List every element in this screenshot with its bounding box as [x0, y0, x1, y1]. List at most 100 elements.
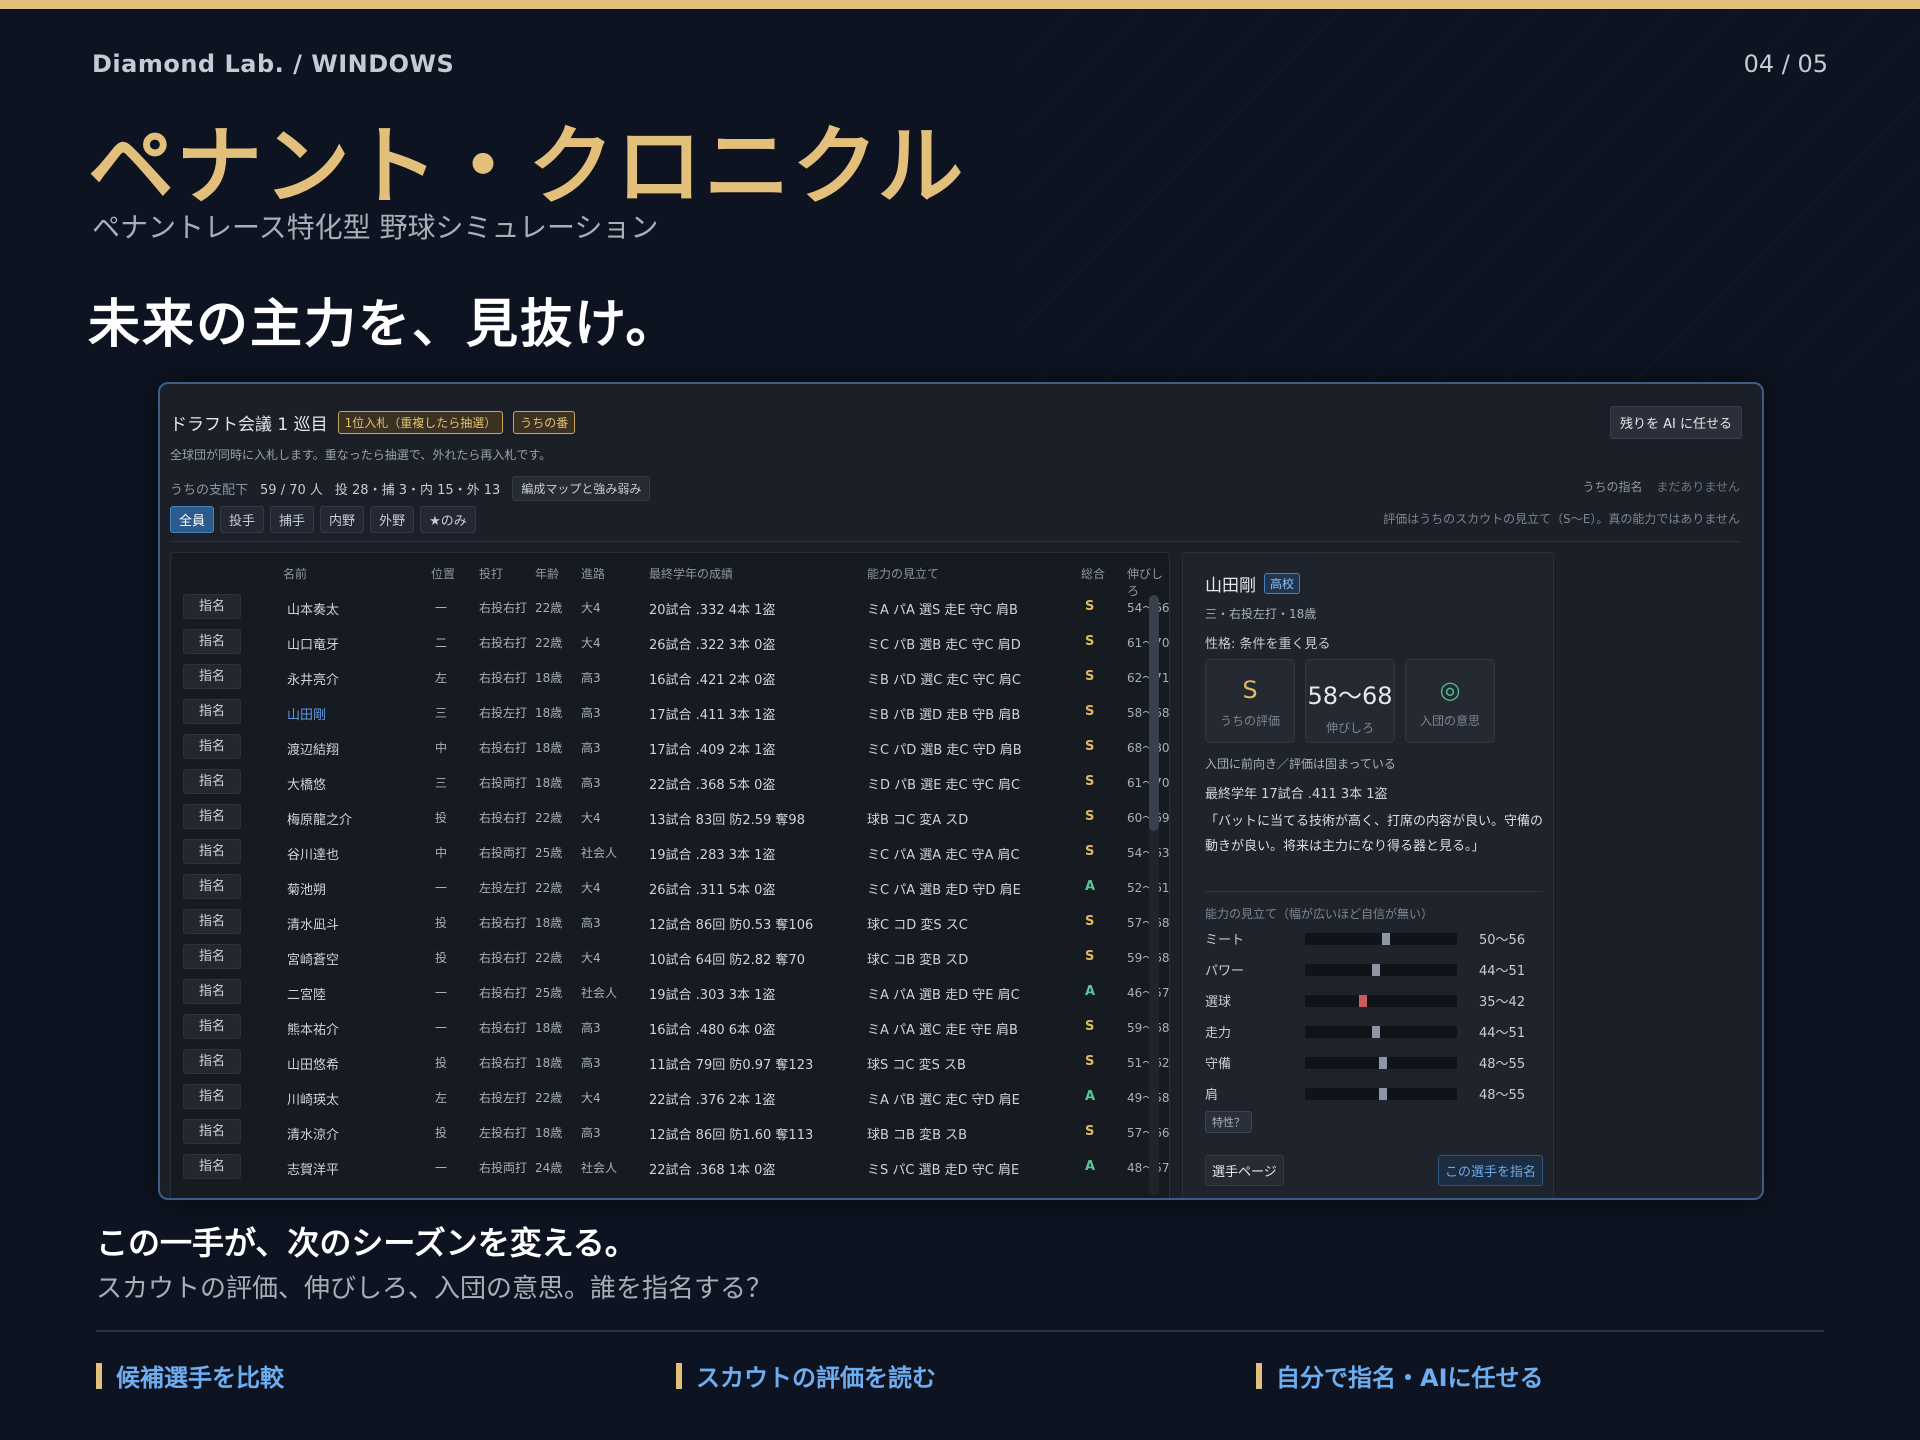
player-name[interactable]: 谷川達也	[287, 844, 339, 863]
ability-label: パワー	[1205, 964, 1245, 979]
table-header: 名前 位置 投打 年齢 進路 最終学年の成績 能力の見立て 総合 伸びしろ 意思	[171, 553, 1169, 598]
scrollbar-thumb[interactable]	[1149, 595, 1159, 831]
feature-marker	[1256, 1362, 1262, 1389]
player-name[interactable]: 二宮陸	[287, 984, 326, 1003]
roster-breakdown: 投 28・捕 3・内 15・外 13	[334, 483, 501, 498]
filter-infield[interactable]: 内野	[320, 506, 365, 533]
table-row[interactable]: 指名 熊本祐介 一 右投右打 18歳 高3 16試合 .480 6本 0盗 ミA パA 選C …	[171, 1009, 1169, 1044]
nominate-row-button[interactable]: 指名	[183, 804, 241, 829]
nominate-player-button[interactable]: この選手を指名	[1437, 1155, 1543, 1186]
nominate-row-button[interactable]: 指名	[183, 979, 241, 1004]
player-name[interactable]: 宮崎蒼空	[287, 949, 339, 968]
player-name[interactable]: 川崎瑛太	[287, 1089, 339, 1108]
filter-all[interactable]: 全員	[170, 506, 215, 533]
table-row[interactable]: 指名 志賀洋平 一 右投両打 24歳 社会人 22試合 .368 1本 0盗 ミS パC 選B…	[171, 1149, 1169, 1184]
nominate-row-button[interactable]: 指名	[183, 594, 241, 619]
table-row[interactable]: 指名 山本奏太 一 右投右打 22歳 大4 20試合 .332 4本 1盗 ミA パA 選S …	[171, 589, 1169, 624]
player-name[interactable]: 山本奏太	[287, 599, 339, 618]
player-position: 中	[435, 741, 448, 755]
ai-delegate-button[interactable]: 残りを AI に任せる	[1610, 406, 1742, 439]
table-row[interactable]: 指名 川崎瑛太 左 右投左打 22歳 大4 22試合 .376 2本 1盗 ミA パB 選C …	[171, 1079, 1169, 1114]
player-ability: ミA パA 選C 走E 守E 肩B	[867, 1023, 1018, 1038]
player-age: 22歳	[535, 951, 563, 965]
scout-comment: 「バットに当てる技術が高く、打席の内容が良い。守備の動きが良い。将来は主力になり…	[1205, 814, 1544, 854]
nominate-row-button[interactable]: 指名	[183, 769, 241, 794]
filter-outfield[interactable]: 外野	[370, 506, 415, 533]
filter-starred[interactable]: ★のみ	[420, 506, 476, 533]
player-position: 投	[435, 916, 448, 930]
scout-disclaimer: 評価はうちのスカウトの見立て（S〜E）。真の能力ではありません	[1383, 512, 1740, 526]
nominate-row-button[interactable]: 指名	[183, 1119, 241, 1144]
table-row[interactable]: 指名 永井亮介 左 右投右打 18歳 高3 16試合 .421 2本 0盗 ミB パD 選C …	[171, 659, 1169, 694]
table-row[interactable]: 指名 二宮陸 一 右投右打 25歳 社会人 19試合 .303 3本 1盗 ミA パA 選B …	[171, 974, 1169, 1009]
trait-chip[interactable]: 特性？	[1205, 1111, 1252, 1133]
nominate-row-button[interactable]: 指名	[183, 664, 241, 689]
table-row[interactable]: 指名 大橋悠 三 右投両打 18歳 高3 22試合 .368 5本 0盗 ミD パB 選E 走…	[171, 764, 1169, 799]
filter-catcher[interactable]: 捕手	[270, 506, 315, 533]
ability-label: 守備	[1205, 1057, 1232, 1072]
table-row[interactable]: 指名 清水涼介 投 左投右打 18歳 高3 12試合 86回 防1.60 奪113 球B コB…	[171, 1114, 1169, 1149]
table-row[interactable]: 指名 梅原龍之介 投 右投右打 22歳 大4 13試合 83回 防2.59 奪98 球B コC…	[171, 799, 1169, 834]
player-grade: S	[1085, 669, 1095, 684]
detail-player-name: 山田剛	[1205, 576, 1256, 596]
table-row[interactable]: 指名 谷川達也 中 右投両打 25歳 社会人 19試合 .283 3本 1盗 ミC パA 選A…	[171, 834, 1169, 869]
nominate-row-button[interactable]: 指名	[183, 1084, 241, 1109]
player-name[interactable]: 山口竜牙	[287, 634, 339, 653]
player-name[interactable]: 清水涼介	[287, 1124, 339, 1143]
player-name[interactable]: 志賀洋平	[287, 1159, 339, 1178]
nominate-row-button[interactable]: 指名	[183, 734, 241, 759]
player-route: 大4	[581, 601, 601, 615]
nominate-row-button[interactable]: 指名	[183, 909, 241, 934]
player-grade: A	[1085, 1159, 1096, 1174]
nominate-row-button[interactable]: 指名	[183, 1154, 241, 1179]
nominate-row-button[interactable]: 指名	[183, 629, 241, 654]
table-row[interactable]: 指名 宮崎蒼空 投 右投右打 22歳 大4 10試合 64回 防2.82 奪70 球C コB …	[171, 939, 1169, 974]
our-pick-label: うちの指名	[1582, 480, 1643, 494]
ability-label: 走力	[1205, 1026, 1232, 1041]
player-bat-throw: 右投左打	[479, 1091, 528, 1105]
player-age: 18歳	[535, 671, 563, 685]
detail-personality: 性格: 条件を重く見る	[1205, 637, 1331, 652]
player-stats: 19試合 .283 3本 1盗	[649, 848, 776, 863]
team-map-button[interactable]: 編成マップと強み弱み	[512, 476, 651, 501]
nominate-row-button[interactable]: 指名	[183, 1049, 241, 1074]
player-position: 投	[435, 811, 448, 825]
nominate-row-button[interactable]: 指名	[183, 944, 241, 969]
player-stats: 16試合 .480 6本 0盗	[649, 1023, 776, 1038]
player-name[interactable]: 熊本祐介	[287, 1019, 339, 1038]
player-name[interactable]: 清水凪斗	[287, 914, 339, 933]
will-label: 入団の意思	[1419, 714, 1480, 728]
player-age: 18歳	[535, 1056, 563, 1070]
player-name[interactable]: 渡辺結翔	[287, 739, 339, 758]
player-name[interactable]: 梅原龍之介	[287, 809, 352, 828]
filter-pitcher[interactable]: 投手	[220, 506, 265, 533]
player-bat-throw: 右投左打	[479, 706, 528, 720]
ability-range: 48〜55	[1479, 1057, 1526, 1072]
window-title: ドラフト会議 1 巡目	[170, 415, 328, 435]
player-name[interactable]: 永井亮介	[287, 669, 339, 688]
nominate-row-button[interactable]: 指名	[183, 1014, 241, 1039]
nominate-row-button[interactable]: 指名	[183, 699, 241, 724]
player-route: 大4	[581, 951, 601, 965]
table-row[interactable]: 指名 菊池朔 一 左投左打 22歳 大4 26試合 .311 5本 0盗 ミC パA 選B 走…	[171, 869, 1169, 904]
roster-summary: うちの支配下 59 / 70 人 投 28・捕 3・内 15・外 13 編成マッ…	[170, 476, 651, 501]
tagline: 未来の主力を、見抜け。	[88, 295, 680, 355]
table-row[interactable]: 指名 清水凪斗 投 右投右打 18歳 高3 12試合 86回 防0.53 奪106 球C コD…	[171, 904, 1169, 939]
ability-bar-track	[1305, 1088, 1457, 1100]
player-name[interactable]: 山田剛	[287, 704, 326, 723]
nominate-row-button[interactable]: 指名	[183, 839, 241, 864]
nominate-row-button[interactable]: 指名	[183, 874, 241, 899]
player-name[interactable]: 大橋悠	[287, 774, 326, 793]
candidate-table: 名前 位置 投打 年齢 進路 最終学年の成績 能力の見立て 総合 伸びしろ 意思…	[170, 552, 1170, 1198]
player-name[interactable]: 山田悠希	[287, 1054, 339, 1073]
player-ability: ミC パA 選B 走D 守D 肩E	[867, 883, 1021, 898]
table-row[interactable]: 指名 渡辺結翔 中 右投右打 18歳 高3 17試合 .409 2本 1盗 ミC パD 選B …	[171, 729, 1169, 764]
table-row[interactable]: 指名 山口竜牙 二 右投右打 22歳 大4 26試合 .322 3本 0盗 ミC パB 選B …	[171, 624, 1169, 659]
player-page-button[interactable]: 選手ページ	[1205, 1155, 1284, 1186]
player-age: 18歳	[535, 706, 563, 720]
player-name[interactable]: 菊池朔	[287, 879, 326, 898]
player-stats: 11試合 79回 防0.97 奪123	[649, 1058, 814, 1073]
table-row[interactable]: 指名 山田悠希 投 右投右打 18歳 高3 11試合 79回 防0.97 奪123 球S コC…	[171, 1044, 1169, 1079]
player-bat-throw: 右投右打	[479, 951, 528, 965]
table-row[interactable]: 指名 山田剛 三 右投左打 18歳 高3 17試合 .411 3本 1盗 ミB パB 選D 走…	[171, 694, 1169, 729]
